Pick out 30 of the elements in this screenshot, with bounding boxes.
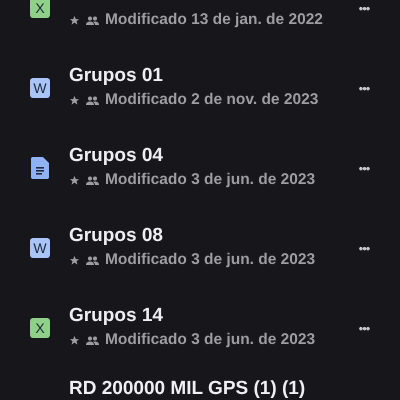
spreadsheet-icon: X — [30, 318, 50, 338]
people-icon — [86, 336, 99, 344]
file-name[interactable]: Grupos 14 — [69, 304, 327, 328]
file-name[interactable]: Grupos 08 — [69, 224, 327, 248]
people-icon — [86, 96, 99, 104]
more-button[interactable]: ••• — [346, 240, 382, 256]
more-button[interactable]: ••• — [346, 160, 382, 176]
file-name[interactable]: Grupos 01 — [69, 64, 327, 88]
modified-date: Modificado 3 de jun. de 2023 — [105, 171, 316, 189]
more-button[interactable]: ••• — [346, 80, 382, 96]
modified-date: Modificado 2 de nov. de 2023 — [105, 91, 318, 109]
people-icon — [86, 176, 99, 184]
spreadsheet-icon: X — [30, 0, 50, 18]
modified-date: Modificado 13 de jan. de 2022 — [105, 11, 323, 29]
more-button[interactable]: ••• — [346, 320, 382, 336]
star-icon — [69, 174, 80, 186]
more-button[interactable]: ••• — [346, 0, 382, 16]
star-icon — [69, 334, 80, 346]
star-icon — [69, 94, 80, 106]
modified-date: Modificado 3 de jun. de 2023 — [105, 251, 316, 269]
modified-date: Modificado 3 de jun. de 2023 — [105, 331, 316, 349]
star-icon — [69, 14, 80, 26]
document-icon — [31, 157, 49, 179]
people-icon — [86, 16, 99, 24]
people-icon — [86, 256, 99, 264]
file-name[interactable]: RD 200000 MIL GPS (1) (1) — [69, 380, 327, 398]
star-icon — [69, 254, 80, 266]
file-name[interactable]: Grupos 04 — [69, 144, 327, 168]
word-document-icon: W — [30, 78, 50, 98]
word-document-icon: W — [30, 238, 50, 258]
